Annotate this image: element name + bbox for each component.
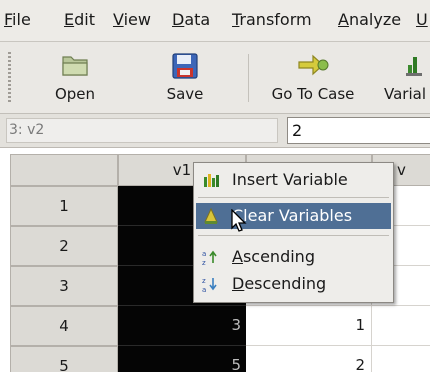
row-header[interactable]: 1 — [10, 186, 118, 226]
cell-bar: 3: v2 2 — [0, 114, 430, 148]
go-to-case-label: Go To Case — [271, 85, 355, 103]
go-to-case-button[interactable]: Go To Case — [258, 48, 368, 108]
svg-text:a: a — [202, 286, 206, 293]
menu-view[interactable]: View — [113, 10, 151, 30]
ascending-label-rest: scending — [242, 247, 315, 266]
row-header[interactable]: 5 — [10, 346, 118, 372]
data-cell[interactable] — [372, 346, 430, 372]
menu-utilities[interactable]: U — [416, 10, 428, 30]
row-header[interactable]: 2 — [10, 226, 118, 266]
menu-view-label: iew — [123, 10, 151, 29]
data-cell[interactable]: 3 — [118, 306, 246, 346]
menu-utilities-accel: U — [416, 10, 428, 29]
data-cell[interactable]: 5 — [118, 346, 246, 372]
cell-reference: 3: v2 — [6, 118, 278, 143]
data-cell[interactable] — [372, 306, 430, 346]
row-header[interactable]: 3 — [10, 266, 118, 306]
row-number: 4 — [59, 317, 69, 335]
descending-accel: D — [232, 274, 245, 293]
insert-variable-menu-item[interactable]: Insert Variable — [196, 167, 391, 193]
open-button[interactable]: Open — [36, 48, 114, 108]
column-header-v3-label: v — [397, 161, 406, 179]
ascending-accel: A — [232, 247, 243, 266]
variables-icon — [404, 51, 424, 83]
menu-file-label: ile — [12, 10, 31, 29]
arrow-right-icon — [295, 51, 331, 83]
grid-corner[interactable] — [10, 154, 118, 186]
menu-data-accel: D — [172, 10, 185, 29]
menu-transform[interactable]: Transform — [232, 10, 312, 30]
clear-variables-menu-item[interactable]: Clear Variables — [196, 203, 391, 229]
spreadsheet-window: File Edit View Data Transform Analyze U … — [0, 0, 430, 372]
floppy-disk-icon — [170, 51, 200, 85]
sort-ascending-icon: a z — [202, 248, 220, 267]
column-context-menu: Insert Variable Clear Variables a z Asce… — [193, 162, 394, 303]
data-cell[interactable]: 2 — [246, 346, 372, 372]
open-button-label: Open — [54, 85, 96, 103]
menu-file-accel: F — [4, 10, 13, 29]
menu-analyze[interactable]: Analyze — [338, 10, 401, 30]
mouse-pointer-icon — [230, 208, 248, 233]
save-button-label: Save — [166, 85, 204, 103]
menu-analyze-accel: A — [338, 10, 349, 29]
clear-variables-label: Clear Variables — [232, 206, 353, 225]
row-number: 5 — [59, 357, 69, 372]
toolbar-grip[interactable] — [8, 52, 11, 104]
row-number: 1 — [59, 197, 69, 215]
descending-label: Descending — [232, 271, 326, 297]
row-number: 2 — [59, 237, 69, 255]
sort-descending-icon: z a — [202, 275, 220, 294]
cell-value-input[interactable]: 2 — [287, 117, 430, 144]
clear-variables-icon — [202, 207, 220, 225]
menu-separator — [198, 197, 389, 198]
menu-edit[interactable]: Edit — [64, 10, 95, 30]
insert-variable-icon — [202, 171, 220, 189]
menu-data[interactable]: Data — [172, 10, 210, 30]
menu-edit-accel: E — [64, 10, 75, 29]
svg-text:z: z — [202, 277, 206, 285]
descending-label-rest: escending — [244, 274, 327, 293]
sort-descending-menu-item[interactable]: z a Descending — [196, 271, 391, 297]
menu-separator — [198, 235, 389, 236]
variables-label: Varial — [384, 85, 426, 103]
menu-view-accel: V — [113, 10, 124, 29]
menu-analyze-label: nalyze — [348, 10, 402, 29]
insert-variable-label: Insert Variable — [232, 170, 348, 189]
column-header-v1-label: v1 — [172, 161, 192, 179]
menu-bar: File Edit View Data Transform Analyze U — [0, 0, 430, 42]
row-header[interactable]: 4 — [10, 306, 118, 346]
menu-file[interactable]: File — [4, 10, 31, 30]
variables-button[interactable]: Varial — [384, 48, 430, 108]
row-number: 3 — [59, 277, 69, 295]
toolbar-separator — [248, 54, 249, 102]
menu-transform-label: ransform — [239, 10, 312, 29]
folder-open-icon — [60, 51, 90, 83]
toolbar: Open Save Go To Case Varial — [0, 42, 430, 114]
sort-ascending-menu-item[interactable]: a z Ascending — [196, 244, 391, 270]
svg-text:z: z — [202, 259, 206, 266]
save-button[interactable]: Save — [150, 48, 220, 108]
menu-edit-label: dit — [74, 10, 95, 29]
data-cell[interactable]: 1 — [246, 306, 372, 346]
svg-text:a: a — [202, 250, 206, 258]
menu-data-label: ata — [184, 10, 211, 29]
ascending-label: Ascending — [232, 244, 315, 270]
